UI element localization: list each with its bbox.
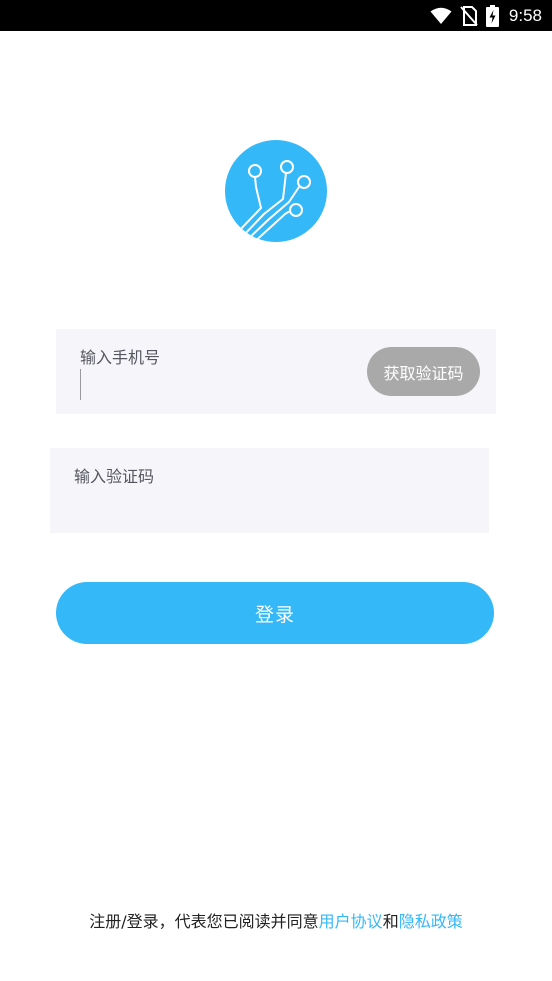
agreement-prefix: 注册/登录，代表您已阅读并同意 [89,912,319,931]
text-caret [80,369,81,400]
circuit-logo-icon [235,160,311,242]
verification-code-input[interactable] [74,462,454,490]
login-screen: 9:58 获取验证码 登录 注册/登录，代表您已阅读并同意用户协议和隐私政策 [0,0,552,981]
agreement-text: 注册/登录，代表您已阅读并同意用户协议和隐私政策 [0,908,552,932]
wifi-icon [430,7,452,25]
privacy-policy-link[interactable]: 隐私政策 [399,912,463,931]
login-button[interactable]: 登录 [56,582,494,644]
user-agreement-link[interactable]: 用户协议 [319,912,383,931]
agreement-conjunction: 和 [382,912,399,931]
app-logo [225,140,327,242]
phone-field-panel: 获取验证码 [56,329,496,414]
status-time: 9:58 [508,5,542,25]
phone-input[interactable] [80,343,350,371]
battery-charging-icon [485,4,499,27]
no-sim-icon [460,5,478,26]
get-code-button[interactable]: 获取验证码 [367,347,480,396]
status-bar: 9:58 [0,0,552,31]
code-field-panel [50,448,489,533]
